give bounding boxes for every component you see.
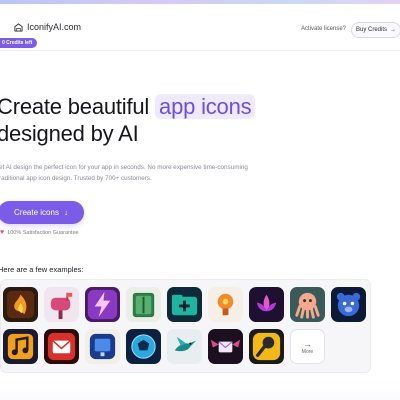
- arrow-down-icon: ↓: [63, 208, 68, 217]
- hero-title-highlight: app icons: [155, 94, 256, 119]
- lightning-icon[interactable]: [85, 287, 120, 322]
- more-examples-button[interactable]: → More: [290, 329, 325, 364]
- winged-envelope-icon[interactable]: [208, 329, 243, 364]
- create-icons-button[interactable]: Create icons ↓: [0, 201, 84, 224]
- credits-badge: 0 Credits left: [0, 38, 38, 48]
- octopus-icon[interactable]: [290, 287, 325, 322]
- heart-icon: ♥: [0, 229, 5, 236]
- flame-tile-icon[interactable]: [3, 287, 38, 322]
- hero-subtitle: et AI design the perfect icon for your a…: [0, 162, 299, 184]
- mailbox-icon[interactable]: [44, 287, 79, 322]
- header: IconifyAI.com Activate license? Buy Cred…: [0, 14, 400, 44]
- soccer-ball-icon[interactable]: [126, 329, 161, 364]
- slideshow-icon[interactable]: [85, 329, 120, 364]
- logo[interactable]: IconifyAI.com: [14, 22, 81, 32]
- buy-credits-button[interactable]: Buy Credits →: [351, 22, 400, 38]
- arrow-right-icon: →: [303, 338, 312, 349]
- hero-title-prefix: Create beautiful: [0, 94, 156, 119]
- hero-title: Create beautiful app icons designed by A…: [0, 93, 256, 147]
- header-divider: [0, 50, 400, 51]
- more-label: More: [301, 348, 314, 355]
- examples-gallery: → More: [0, 279, 371, 373]
- create-icons-label: Create icons: [14, 208, 59, 217]
- hummingbird-icon[interactable]: [167, 329, 202, 364]
- hero-subtitle-line1: et AI design the perfect icon for your a…: [0, 164, 248, 171]
- footer-fade: [0, 380, 400, 400]
- lotus-icon[interactable]: [249, 287, 284, 322]
- logo-text: IconifyAI.com: [27, 22, 82, 32]
- notebook-icon[interactable]: [126, 287, 161, 322]
- top-gradient-bar: [0, 0, 400, 4]
- mail-icon[interactable]: [44, 329, 79, 364]
- examples-label: Here are a few examples:: [0, 265, 84, 274]
- lightbulb-icon[interactable]: [208, 287, 243, 322]
- logo-icon: [14, 22, 23, 32]
- microphone-icon[interactable]: [249, 329, 284, 364]
- folder-plus-icon[interactable]: [167, 287, 202, 322]
- arrow-right-icon: →: [390, 27, 396, 33]
- guarantee-text: 100% Satisfaction Guarantee: [7, 229, 79, 236]
- hero-subtitle-line2: raditional app icon design. Trusted by 7…: [0, 175, 152, 182]
- bear-icon[interactable]: [331, 287, 366, 322]
- buy-credits-label: Buy Credits: [355, 27, 387, 33]
- hero-title-line2: designed by AI: [0, 121, 139, 146]
- music-note-icon[interactable]: [3, 329, 38, 364]
- satisfaction-guarantee: ♥ 100% Satisfaction Guarantee: [0, 229, 79, 236]
- activate-license-link[interactable]: Activate license?: [301, 26, 346, 32]
